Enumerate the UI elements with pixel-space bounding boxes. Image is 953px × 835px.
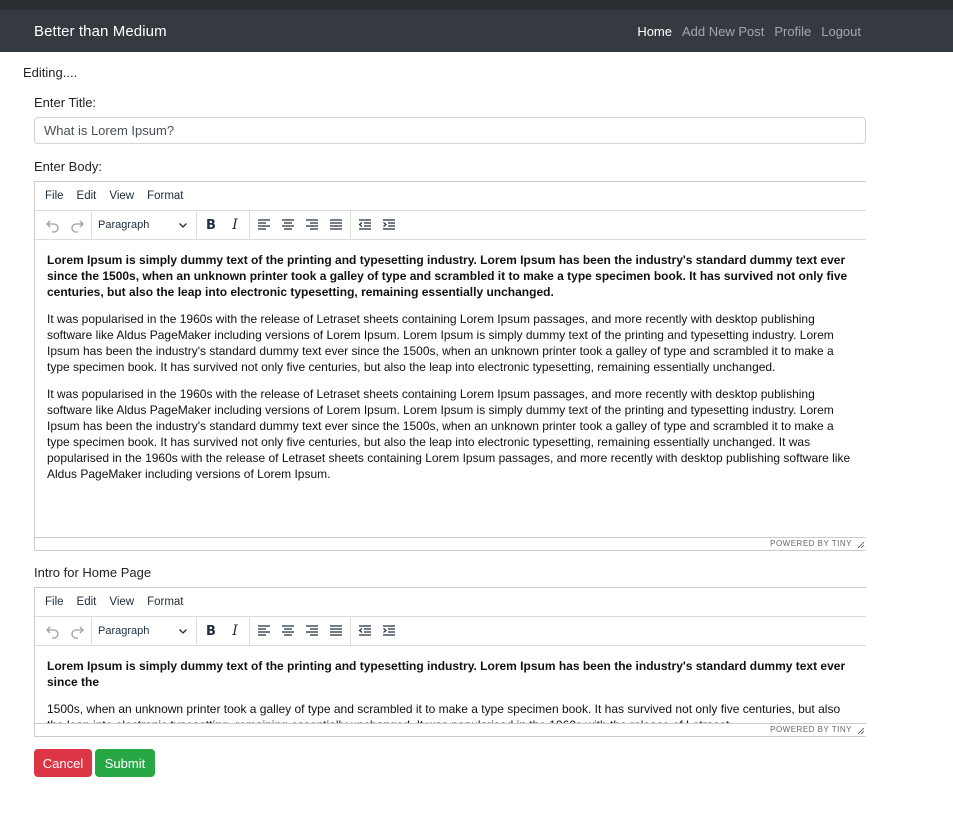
menu-edit[interactable]: Edit: [77, 596, 97, 608]
block-format-value: Paragraph: [98, 219, 150, 231]
menu-view[interactable]: View: [109, 190, 134, 202]
nav-links: Home Add New Post Profile Logout: [637, 24, 861, 39]
italic-icon[interactable]: I: [223, 213, 247, 237]
indent-icon[interactable]: [377, 619, 401, 643]
intro-paragraph: Lorem Ipsum is simply dummy text of the …: [47, 659, 846, 689]
menu-edit[interactable]: Edit: [77, 190, 97, 202]
block-format-select[interactable]: Paragraph: [94, 619, 194, 643]
body-label: Enter Body:: [34, 159, 102, 174]
align-right-icon[interactable]: [300, 619, 324, 643]
align-center-icon[interactable]: [276, 619, 300, 643]
powered-by-tiny[interactable]: POWERED BY TINY: [770, 539, 852, 548]
title-label: Enter Title:: [34, 95, 97, 110]
align-right-icon[interactable]: [300, 213, 324, 237]
menu-format[interactable]: Format: [147, 190, 183, 202]
title-input[interactable]: [34, 117, 866, 144]
body-editor-menubar: File Edit View Format: [35, 182, 866, 211]
intro-paragraph: 1500s, when an unknown printer took a ga…: [47, 702, 841, 723]
outdent-icon[interactable]: [353, 213, 377, 237]
navbar: Better than Medium Home Add New Post Pro…: [0, 10, 953, 52]
align-justify-icon[interactable]: [324, 619, 348, 643]
nav-link-logout[interactable]: Logout: [821, 24, 861, 39]
body-paragraph: It was popularised in the 1960s with the…: [47, 312, 834, 374]
editing-status: Editing....: [23, 65, 78, 80]
powered-by-tiny[interactable]: POWERED BY TINY: [770, 725, 852, 734]
redo-icon[interactable]: [65, 619, 89, 643]
indent-icon[interactable]: [377, 213, 401, 237]
intro-editor-content[interactable]: Lorem Ipsum is simply dummy text of the …: [35, 646, 866, 723]
align-left-icon[interactable]: [252, 213, 276, 237]
menu-view[interactable]: View: [109, 596, 134, 608]
body-editor: File Edit View Format Paragraph B I Lore…: [34, 181, 866, 551]
bold-icon[interactable]: B: [199, 213, 223, 237]
block-format-value: Paragraph: [98, 625, 150, 637]
body-paragraph: It was popularised in the 1960s with the…: [47, 387, 851, 481]
block-format-select[interactable]: Paragraph: [94, 213, 194, 237]
cancel-button[interactable]: Cancel: [34, 749, 92, 777]
window-top-strip: [0, 0, 953, 10]
nav-link-home[interactable]: Home: [637, 24, 672, 39]
menu-format[interactable]: Format: [147, 596, 183, 608]
body-editor-content[interactable]: Lorem Ipsum is simply dummy text of the …: [35, 240, 866, 537]
intro-editor-toolbar: Paragraph B I: [35, 616, 866, 646]
intro-editor: File Edit View Format Paragraph B I Lore…: [34, 587, 866, 737]
intro-editor-menubar: File Edit View Format: [35, 588, 866, 617]
align-center-icon[interactable]: [276, 213, 300, 237]
redo-icon[interactable]: [65, 213, 89, 237]
body-editor-statusbar: POWERED BY TINY: [35, 537, 866, 549]
align-left-icon[interactable]: [252, 619, 276, 643]
nav-link-add-new-post[interactable]: Add New Post: [682, 24, 764, 39]
undo-icon[interactable]: [41, 213, 65, 237]
bold-icon[interactable]: B: [199, 619, 223, 643]
submit-button[interactable]: Submit: [95, 749, 155, 777]
resize-handle-icon[interactable]: [858, 542, 864, 548]
chevron-down-icon: [179, 629, 187, 634]
intro-editor-statusbar: POWERED BY TINY: [35, 723, 866, 735]
resize-handle-icon[interactable]: [858, 728, 864, 734]
undo-icon[interactable]: [41, 619, 65, 643]
body-editor-toolbar: Paragraph B I: [35, 210, 866, 240]
outdent-icon[interactable]: [353, 619, 377, 643]
brand-title[interactable]: Better than Medium: [34, 23, 167, 40]
italic-icon[interactable]: I: [223, 619, 247, 643]
body-paragraph: Lorem Ipsum is simply dummy text of the …: [47, 253, 848, 299]
align-justify-icon[interactable]: [324, 213, 348, 237]
intro-label: Intro for Home Page: [34, 565, 152, 580]
chevron-down-icon: [179, 223, 187, 228]
nav-link-profile[interactable]: Profile: [774, 24, 811, 39]
menu-file[interactable]: File: [45, 190, 64, 202]
menu-file[interactable]: File: [45, 596, 64, 608]
